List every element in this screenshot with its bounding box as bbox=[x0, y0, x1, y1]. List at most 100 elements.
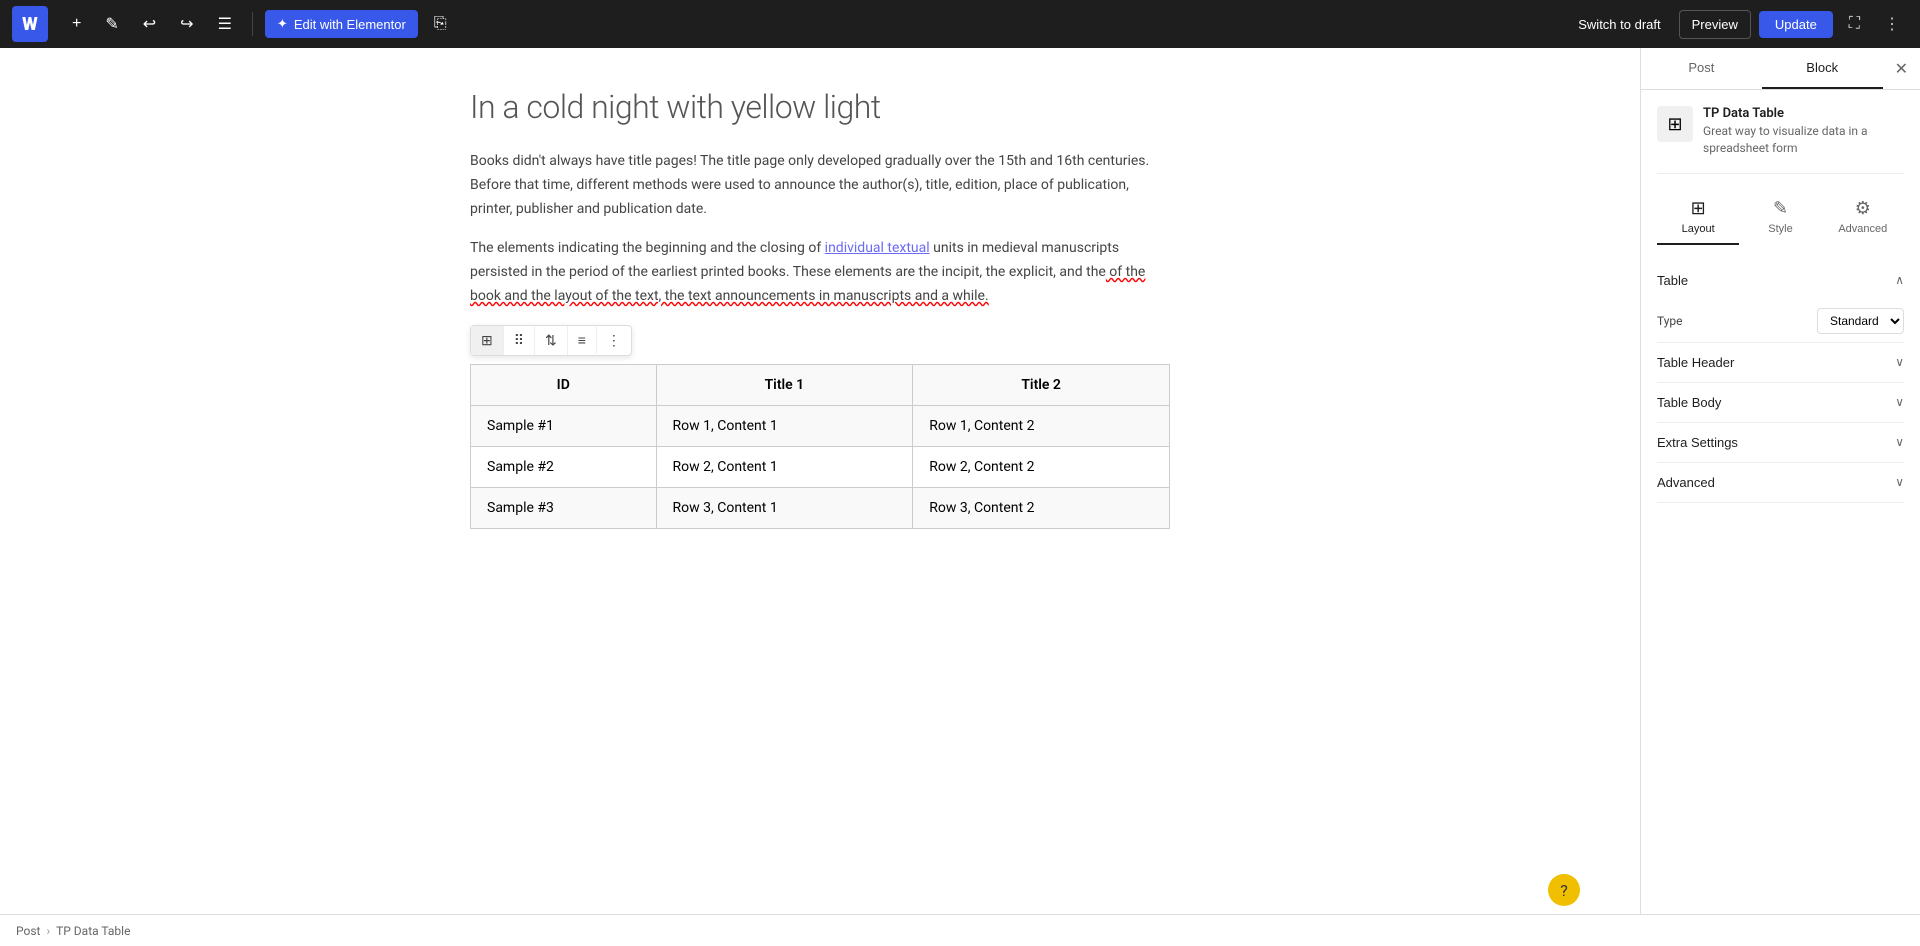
post-title: In a cold night with yellow light bbox=[470, 88, 1170, 126]
editor-content: In a cold night with yellow light Books … bbox=[450, 48, 1190, 569]
panel-tabs: Post Block ✕ bbox=[1641, 48, 1920, 90]
add-block-button[interactable]: + bbox=[64, 9, 89, 39]
top-toolbar: W + ✎ ↩ ↪ ☰ ✦ Edit with Elementor ⎘ Swit… bbox=[0, 0, 1920, 48]
table-cell: Sample #2 bbox=[471, 446, 657, 487]
accordion-table-header[interactable]: Table ∧ bbox=[1657, 261, 1904, 300]
accordion-table-body-chevron: ∨ bbox=[1895, 395, 1904, 409]
wp-logo-letter: W bbox=[22, 14, 38, 35]
table-header-cell-title1: Title 1 bbox=[656, 364, 913, 405]
panel-content: ⊞ TP Data Table Great way to visualize d… bbox=[1641, 90, 1920, 914]
undo-button[interactable]: ↩ bbox=[135, 8, 164, 40]
sub-tab-layout-label: Layout bbox=[1682, 223, 1715, 235]
type-setting-row: Type Standard bbox=[1657, 300, 1904, 342]
table-cell: Row 2, Content 2 bbox=[913, 446, 1170, 487]
accordion-table-header-chevron: ∨ bbox=[1895, 355, 1904, 369]
table-row: Sample #2 Row 2, Content 1 Row 2, Conten… bbox=[471, 446, 1170, 487]
table-header-row: ID Title 1 Title 2 bbox=[471, 364, 1170, 405]
table-row: Sample #3 Row 3, Content 1 Row 3, Conten… bbox=[471, 487, 1170, 528]
block-icon: ⊞ bbox=[1657, 106, 1693, 142]
fullscreen-button[interactable]: ⛶ bbox=[1841, 9, 1868, 39]
more-options-button[interactable]: ⋮ bbox=[1876, 8, 1908, 40]
paragraph-2: The elements indicating the beginning an… bbox=[470, 237, 1170, 308]
accordion-extra-settings-chevron: ∨ bbox=[1895, 435, 1904, 449]
table-header-cell-id: ID bbox=[471, 364, 657, 405]
elementor-button[interactable]: ✦ Edit with Elementor bbox=[265, 10, 418, 38]
sub-tab-style[interactable]: ✎ Style bbox=[1739, 190, 1821, 245]
layout-icon: ⊞ bbox=[1691, 198, 1706, 219]
editor-area: In a cold night with yellow light Books … bbox=[0, 48, 1640, 914]
tab-block[interactable]: Block bbox=[1762, 48, 1883, 89]
breadcrumb-post[interactable]: Post bbox=[16, 924, 40, 938]
accordion-table-body: Table Body ∨ bbox=[1657, 383, 1904, 423]
elementor-label: Edit with Elementor bbox=[294, 17, 406, 32]
block-drag-btn[interactable]: ⠿ bbox=[504, 326, 535, 355]
block-align-btn[interactable]: ≡ bbox=[568, 326, 597, 354]
advanced-icon: ⚙ bbox=[1855, 198, 1871, 219]
table-cell: Row 3, Content 1 bbox=[656, 487, 913, 528]
sub-tab-advanced-label: Advanced bbox=[1838, 223, 1887, 235]
sub-tab-advanced[interactable]: ⚙ Advanced bbox=[1822, 190, 1904, 245]
panel-sub-tabs: ⊞ Layout ✎ Style ⚙ Advanced bbox=[1657, 190, 1904, 245]
style-icon: ✎ bbox=[1773, 198, 1788, 219]
edit-button[interactable]: ✎ bbox=[97, 8, 126, 40]
block-name: TP Data Table bbox=[1703, 106, 1904, 121]
block-meta: TP Data Table Great way to visualize dat… bbox=[1703, 106, 1904, 157]
breadcrumb-item: TP Data Table bbox=[56, 924, 130, 938]
para2-link[interactable]: individual textual bbox=[825, 240, 930, 256]
block-toolbar: ⊞ ⠿ ⇅ ≡ ⋮ bbox=[470, 325, 632, 356]
block-more-btn[interactable]: ⋮ bbox=[597, 326, 631, 355]
block-desc: Great way to visualize data in a spreads… bbox=[1703, 123, 1904, 157]
panel-close-button[interactable]: ✕ bbox=[1883, 48, 1920, 89]
accordion-table-header-btn[interactable]: Table Header ∨ bbox=[1657, 343, 1904, 382]
accordion-extra-settings: Extra Settings ∨ bbox=[1657, 423, 1904, 463]
accordion-table-header-label: Table Header bbox=[1657, 355, 1734, 370]
table-body: Sample #1 Row 1, Content 1 Row 1, Conten… bbox=[471, 405, 1170, 528]
paragraph-1: Books didn't always have title pages! Th… bbox=[470, 150, 1170, 221]
toolbar-divider bbox=[252, 12, 253, 36]
list-view-button[interactable]: ☰ bbox=[210, 8, 240, 40]
type-label: Type bbox=[1657, 314, 1683, 328]
block-move-btn[interactable]: ⇅ bbox=[535, 326, 568, 355]
type-select[interactable]: Standard bbox=[1817, 308, 1904, 334]
status-bar: Post › TP Data Table bbox=[0, 914, 1920, 946]
accordion-table-label: Table bbox=[1657, 273, 1688, 288]
accordion-extra-settings-btn[interactable]: Extra Settings ∨ bbox=[1657, 423, 1904, 462]
accordion-extra-settings-label: Extra Settings bbox=[1657, 435, 1738, 450]
accordion-table-header-section: Table Header ∨ bbox=[1657, 343, 1904, 383]
table-cell: Row 3, Content 2 bbox=[913, 487, 1170, 528]
accordion-table-chevron: ∧ bbox=[1895, 273, 1904, 287]
wp-logo: W bbox=[12, 6, 48, 42]
accordion-advanced-btn[interactable]: Advanced ∨ bbox=[1657, 463, 1904, 502]
table-header: ID Title 1 Title 2 bbox=[471, 364, 1170, 405]
preview-button[interactable]: Preview bbox=[1679, 10, 1751, 39]
copy-button[interactable]: ⎘ bbox=[426, 9, 455, 39]
switch-draft-button[interactable]: Switch to draft bbox=[1568, 11, 1670, 38]
sub-tab-style-label: Style bbox=[1768, 223, 1792, 235]
table-cell: Row 2, Content 1 bbox=[656, 446, 913, 487]
table-header-cell-title2: Title 2 bbox=[913, 364, 1170, 405]
elementor-icon: ✦ bbox=[277, 16, 288, 32]
accordion-advanced-label: Advanced bbox=[1657, 475, 1715, 490]
data-table: ID Title 1 Title 2 Sample #1 Row 1, Cont… bbox=[470, 364, 1170, 529]
breadcrumb-separator: › bbox=[46, 924, 50, 938]
accordion-advanced: Advanced ∨ bbox=[1657, 463, 1904, 503]
table-cell: Sample #1 bbox=[471, 405, 657, 446]
redo-button[interactable]: ↪ bbox=[172, 8, 201, 40]
table-cell: Row 1, Content 1 bbox=[656, 405, 913, 446]
accordion-table: Table ∧ Type Standard bbox=[1657, 261, 1904, 343]
help-circle[interactable]: ? bbox=[1548, 874, 1580, 906]
accordion-table-body-btn[interactable]: Table Body ∨ bbox=[1657, 383, 1904, 422]
update-button[interactable]: Update bbox=[1759, 11, 1833, 38]
main-layout: In a cold night with yellow light Books … bbox=[0, 48, 1920, 914]
right-panel: Post Block ✕ ⊞ TP Data Table Great way t… bbox=[1640, 48, 1920, 914]
para2-prefix: The elements indicating the beginning an… bbox=[470, 240, 825, 256]
block-info: ⊞ TP Data Table Great way to visualize d… bbox=[1657, 106, 1904, 174]
accordion-table-body-label: Table Body bbox=[1657, 395, 1721, 410]
table-cell: Sample #3 bbox=[471, 487, 657, 528]
accordion-advanced-chevron: ∨ bbox=[1895, 475, 1904, 489]
tab-post[interactable]: Post bbox=[1641, 48, 1762, 89]
table-cell: Row 1, Content 2 bbox=[913, 405, 1170, 446]
block-table-icon-btn[interactable]: ⊞ bbox=[471, 326, 504, 355]
sub-tab-layout[interactable]: ⊞ Layout bbox=[1657, 190, 1739, 245]
table-row: Sample #1 Row 1, Content 1 Row 1, Conten… bbox=[471, 405, 1170, 446]
